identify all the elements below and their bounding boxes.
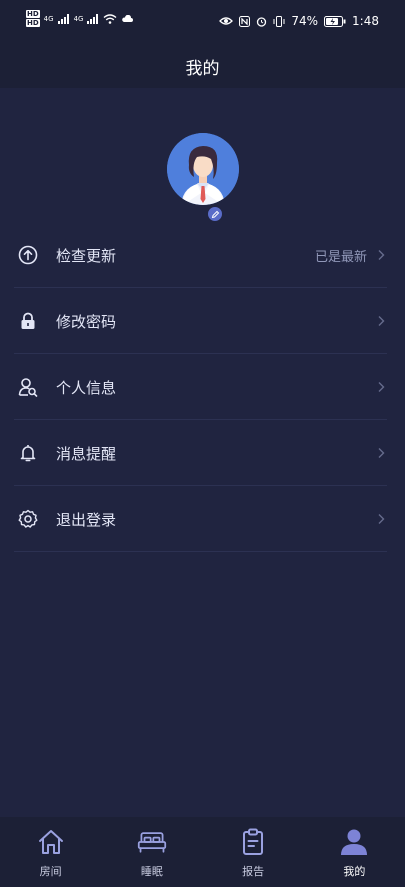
chevron-right-icon [378, 316, 385, 326]
eye-icon [219, 17, 234, 25]
avatar-container[interactable] [167, 133, 239, 222]
menu-item-label: 退出登录 [56, 510, 117, 529]
clock: 1:48 [352, 14, 379, 28]
network-label: 4G [73, 14, 84, 23]
network-label: 4G [43, 14, 54, 23]
cloud-icon [122, 14, 134, 22]
page-title: 我的 [185, 58, 220, 79]
lock-icon [18, 311, 38, 331]
arrow-up-circle-icon [18, 245, 38, 265]
tab-report[interactable]: 报告 [203, 817, 304, 887]
pencil-icon [211, 210, 219, 218]
menu-item-label: 检查更新 [56, 246, 117, 265]
bed-icon [137, 827, 167, 857]
menu-item-check-update[interactable]: 检查更新 已是最新 [0, 222, 405, 288]
tab-label: 报告 [242, 865, 265, 878]
bottom-tab-bar: 房间 睡眠 报告 我的 [0, 817, 405, 887]
menu-item-label: 个人信息 [56, 378, 117, 397]
gear-icon [18, 509, 38, 529]
tab-mine[interactable]: 我的 [304, 817, 405, 887]
nfc-icon [239, 15, 251, 27]
signal-icon [87, 13, 99, 24]
alarm-icon [257, 16, 267, 27]
vibrate-icon [273, 15, 285, 27]
avatar[interactable] [167, 133, 239, 205]
person-search-icon [18, 377, 38, 397]
user-icon [339, 827, 369, 857]
tab-label: 房间 [39, 865, 62, 878]
hd-badge: HD [26, 10, 40, 18]
bell-icon [18, 443, 38, 463]
menu-item-label: 消息提醒 [56, 444, 117, 463]
edit-avatar-button[interactable] [207, 206, 223, 222]
status-right: 74% 1:48 [219, 14, 379, 28]
update-status: 已是最新 [314, 249, 367, 265]
chevron-right-icon [378, 448, 385, 458]
hd-badge: HD [26, 19, 40, 27]
chevron-right-icon [378, 514, 385, 524]
battery-icon [324, 15, 346, 27]
status-bar: HD HD 4G 4G 74% 1:48 [0, 0, 405, 44]
title-bar: 我的 [0, 44, 405, 88]
menu-item-change-password[interactable]: 修改密码 [0, 288, 405, 354]
menu-item-personal-info[interactable]: 个人信息 [0, 354, 405, 420]
menu-item-notifications[interactable]: 消息提醒 [0, 420, 405, 486]
signal-icon [57, 13, 69, 24]
tab-label: 睡眠 [140, 865, 163, 878]
tab-label: 我的 [343, 865, 366, 878]
home-icon [36, 827, 66, 857]
battery-percent: 74% [291, 14, 319, 28]
tab-room[interactable]: 房间 [0, 817, 101, 887]
avatar-illustration [167, 133, 239, 205]
chevron-right-icon [378, 250, 385, 260]
wifi-icon [104, 13, 117, 24]
clipboard-icon [238, 827, 268, 857]
status-left: HD HD 4G 4G [26, 10, 134, 27]
menu-item-label: 修改密码 [56, 312, 117, 331]
settings-menu: 检查更新 已是最新 修改密码 个人信息 消息提醒 退出登录 [0, 222, 405, 552]
menu-item-logout[interactable]: 退出登录 [0, 486, 405, 552]
tab-sleep[interactable]: 睡眠 [101, 817, 202, 887]
chevron-right-icon [378, 382, 385, 392]
